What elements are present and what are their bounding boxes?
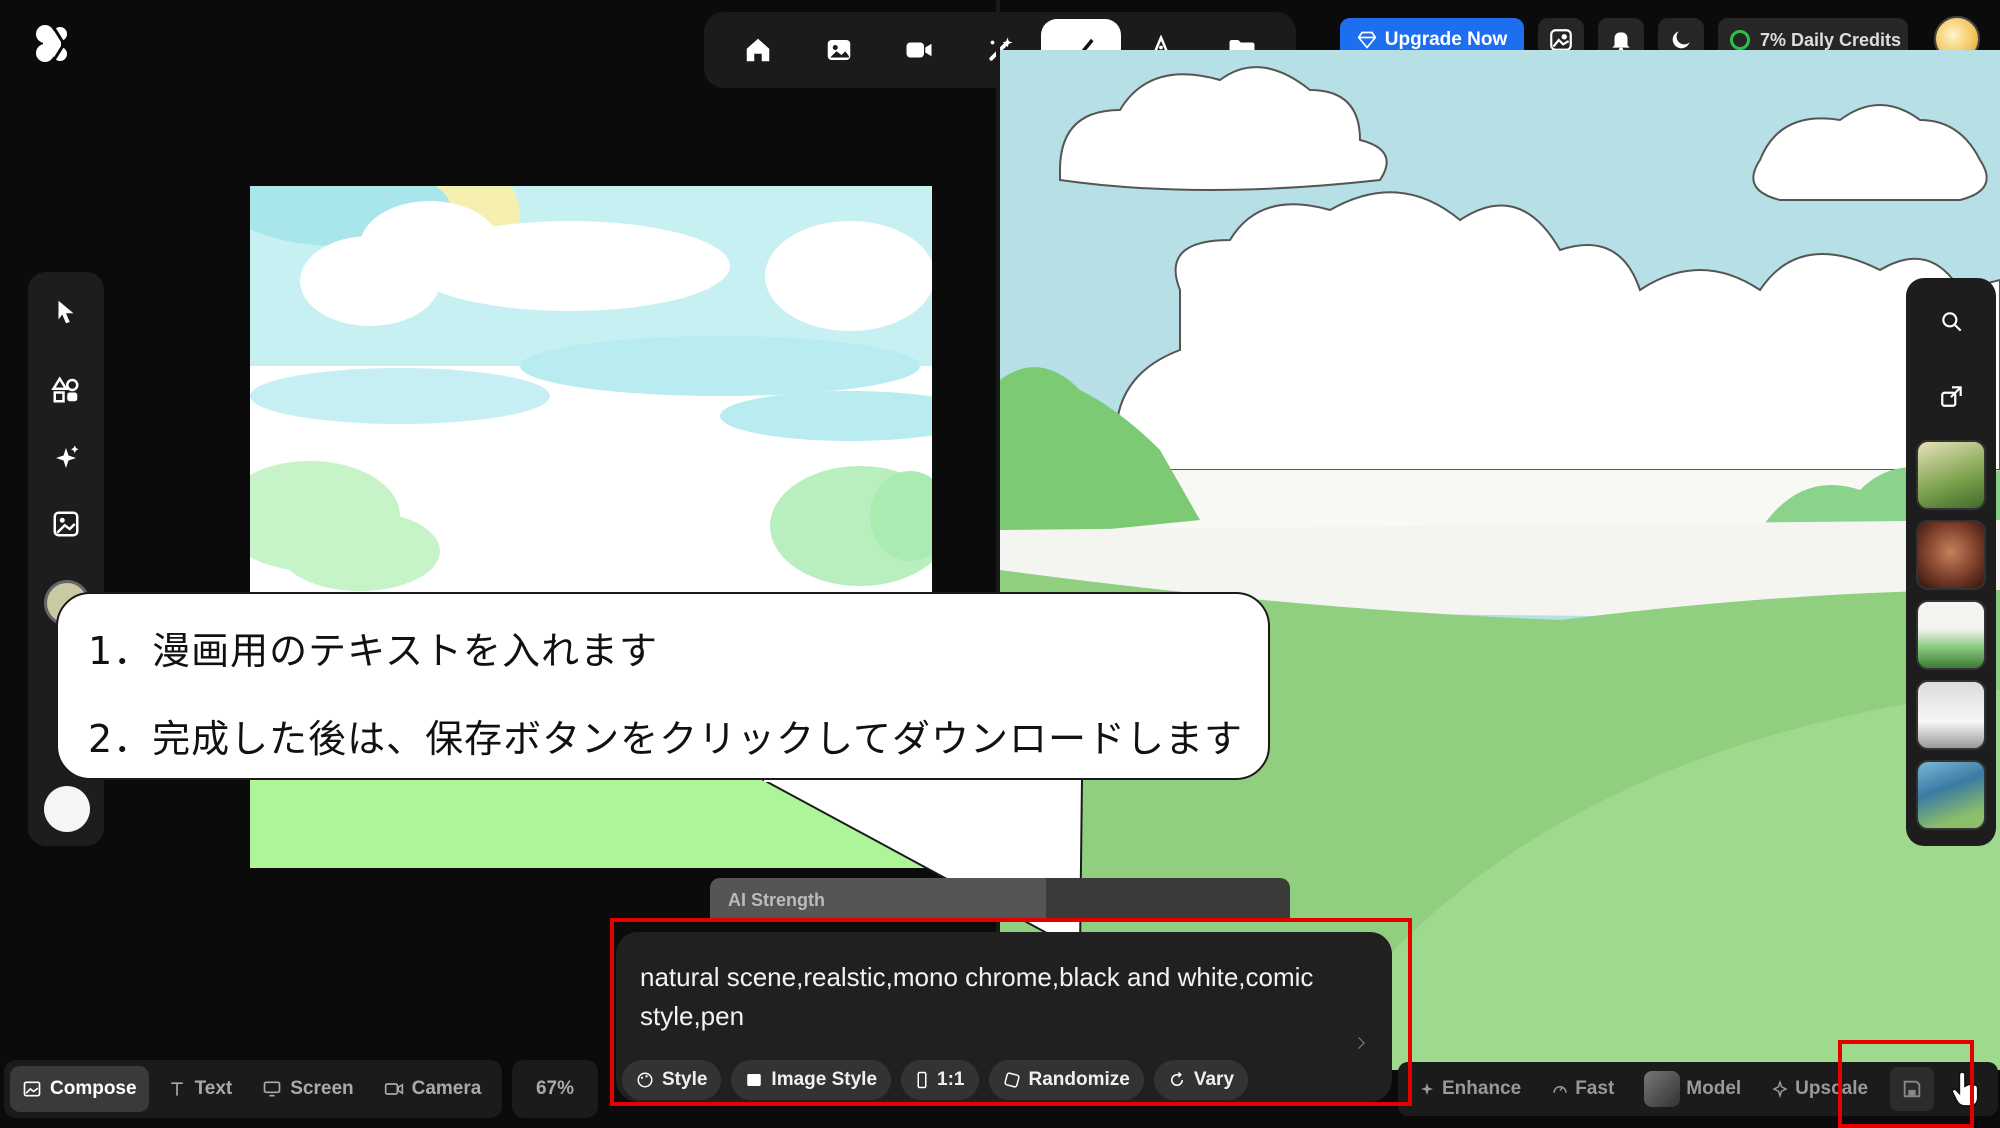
credits-label: 7% Daily Credits (1760, 29, 1902, 50)
history-thumbnail[interactable] (1916, 680, 1986, 750)
ai-strength-label: AI Strength (728, 890, 825, 910)
fast-mode-button[interactable]: Fast (1543, 1067, 1622, 1111)
add-image-tool[interactable] (46, 504, 86, 544)
video-icon (906, 42, 932, 58)
export-icon (1941, 386, 1962, 407)
ai-strength-slider[interactable]: AI Strength (710, 878, 1290, 922)
ai-generate-tool[interactable] (46, 438, 86, 478)
diamond-icon (1357, 31, 1377, 49)
model-label: Model (1686, 1078, 1742, 1099)
right-toolbar (1906, 278, 1996, 846)
nav-video-button[interactable] (879, 19, 959, 81)
nav-home-button[interactable] (718, 19, 798, 81)
shapes-tool[interactable] (46, 370, 86, 410)
upgrade-label: Upgrade Now (1384, 29, 1508, 50)
select-tool[interactable] (46, 292, 86, 332)
mode-switcher: Compose Text Screen Camera (4, 1060, 502, 1118)
video-icon (384, 1083, 403, 1095)
home-icon (747, 38, 770, 62)
model-thumbnail (1644, 1071, 1681, 1107)
callout-line-2: 2．完成した後は、保存ボタンをクリックしてダウンロードします (88, 717, 1244, 761)
camera-label: Camera (411, 1078, 482, 1099)
sparkle-icon (56, 445, 79, 468)
search-icon (1942, 312, 1962, 332)
background-color-swatch[interactable] (44, 786, 90, 832)
prompt-highlight-box (610, 918, 1412, 1106)
history-thumbnail[interactable] (1916, 600, 1986, 670)
screen-tab[interactable]: Screen (250, 1066, 365, 1112)
image-upload-icon (53, 511, 79, 537)
monitor-icon (263, 1081, 281, 1097)
text-label: Text (194, 1078, 233, 1099)
fast-label: Fast (1575, 1078, 1615, 1099)
credit-progress-icon (1730, 30, 1750, 50)
history-thumbnail[interactable] (1916, 440, 1986, 510)
compose-label: Compose (50, 1078, 137, 1099)
callout-line-1: 1．漫画用のテキストを入れます (88, 629, 659, 673)
speedometer-icon (1553, 1086, 1567, 1093)
text-tab[interactable]: Text (155, 1066, 245, 1112)
text-icon (170, 1082, 183, 1096)
enhance-button[interactable]: Enhance (1410, 1067, 1529, 1111)
compose-tab[interactable]: Compose (10, 1066, 149, 1112)
enhance-label: Enhance (1442, 1078, 1522, 1099)
copy-to-canvas-button[interactable] (1932, 376, 1972, 416)
nav-image-button[interactable] (799, 19, 879, 81)
cursor-icon (58, 300, 74, 324)
image-icon (827, 40, 851, 60)
screen-label: Screen (290, 1078, 354, 1099)
instruction-callout: 1．漫画用のテキストを入れます 2．完成した後は、保存ボタンをクリックしてダウン… (56, 592, 1270, 780)
model-select-button[interactable]: Model (1636, 1067, 1749, 1111)
image-icon (23, 1081, 41, 1097)
shapes-icon (51, 376, 79, 403)
camera-tab[interactable]: Camera (372, 1066, 494, 1112)
upscale-icon (1772, 1080, 1788, 1098)
sparkle-icon (1421, 1083, 1433, 1095)
zoom-level[interactable]: 67% (512, 1060, 598, 1118)
search-button[interactable] (1932, 302, 1972, 342)
logo-icon[interactable] (34, 24, 70, 64)
history-thumbnail[interactable] (1916, 520, 1986, 590)
history-thumbnail[interactable] (1916, 760, 1986, 830)
save-highlight-box (1838, 1040, 1974, 1128)
